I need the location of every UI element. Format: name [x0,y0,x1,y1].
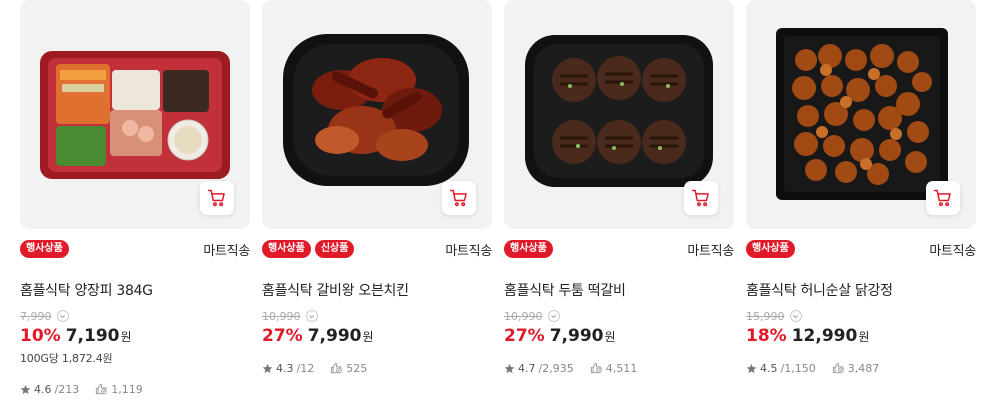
like-count: 4,511 [605,361,638,375]
like-count: 3,487 [847,361,880,375]
chevron-down-icon [793,314,798,318]
rating-row: 4.6/213 1,119 [20,382,250,396]
star-icon [262,363,273,373]
like-count: 1,119 [111,382,143,396]
sale-price: 7,990 [307,326,362,346]
original-price: 10,990 [504,309,543,323]
review-count-icon [331,362,342,374]
cart-icon [933,189,951,207]
review-count-icon [96,383,107,395]
currency: 원 [858,330,870,344]
price-row: 27% 7,990 원 [262,326,492,346]
review-count-icon [832,362,844,374]
cart-icon [207,189,225,207]
chevron-down-icon [60,314,65,318]
delivery-type: 마트직송 [445,243,492,259]
currency: 원 [362,330,374,344]
review-count: /1,150 [780,361,816,375]
event-badge: 행사상품 [504,240,553,258]
badge-row: 행사상품 마트직송 [504,240,734,259]
sale-price: 12,990 [791,326,858,346]
review-count-icon [590,362,602,374]
product-name[interactable]: 홈플식탁 갈비왕 오븐치킨 [262,280,492,300]
original-price-row: 7,990 [20,309,250,323]
discount-rate: 27% [504,326,545,346]
chevron-down-icon [551,314,556,318]
original-price: 10,990 [262,309,301,323]
discount-rate: 27% [262,326,303,346]
delivery-type: 마트직송 [929,243,976,259]
product-card[interactable]: 행사상품 신상품 마트직송 홈플식탁 갈비왕 오븐치킨 10,990 27% 7… [262,0,492,404]
rating-row: 4.3/12 525 [262,361,492,375]
product-image[interactable] [262,0,492,229]
currency: 원 [604,330,616,344]
product-name[interactable]: 홈플식탁 두툼 떡갈비 [504,280,734,300]
review-count: /2,935 [538,361,574,375]
product-card[interactable]: 행사상품 마트직송 홈플식탁 양장피 384G 7,990 10% 7,190 … [20,0,250,404]
event-badge: 행사상품 [262,240,311,258]
product-name[interactable]: 홈플식탁 허니순살 닭강정 [746,280,976,300]
product-grid: 행사상품 마트직송 홈플식탁 양장피 384G 7,990 10% 7,190 … [0,0,984,404]
cart-icon [691,189,709,207]
rating-value: 4.7 [518,361,536,375]
delivery-type: 마트직송 [203,243,250,259]
add-to-cart-button[interactable] [442,181,476,215]
product-image[interactable] [504,0,734,229]
badge-row: 행사상품 마트직송 [20,240,250,259]
add-to-cart-button[interactable] [200,181,234,215]
rating-value: 4.3 [276,361,294,375]
price-row: 27% 7,990 원 [504,326,734,346]
price-detail-toggle[interactable] [56,310,69,322]
new-badge: 신상품 [314,240,355,258]
event-badge: 행사상품 [746,240,795,258]
rating-row: 4.5/1,150 3,487 [746,361,976,375]
rating-row: 4.7/2,935 4,511 [504,361,734,375]
product-image[interactable] [746,0,976,229]
product-image[interactable] [20,0,250,229]
like-count: 525 [346,361,368,375]
chevron-down-icon [309,314,314,318]
badge-row: 행사상품 신상품 마트직송 [262,240,492,259]
product-name[interactable]: 홈플식탁 양장피 384G [20,280,250,300]
badge-row: 행사상품 마트직송 [746,240,976,259]
star-icon [504,363,515,373]
add-to-cart-button[interactable] [684,181,718,215]
sale-price: 7,190 [65,326,120,346]
price-detail-toggle[interactable] [789,310,802,322]
price-row: 10% 7,190 원 [20,326,250,346]
cart-icon [449,189,467,207]
review-count: /12 [296,361,315,375]
add-to-cart-button[interactable] [926,181,960,215]
product-card[interactable]: 행사상품 마트직송 홈플식탁 두툼 떡갈비 10,990 27% 7,990 원… [504,0,734,404]
unit-price: 100G당 1,872.4원 [20,352,113,365]
rating-value: 4.5 [760,361,778,375]
discount-rate: 18% [746,326,787,346]
original-price: 7,990 [20,309,52,323]
currency: 원 [120,330,132,344]
price-row: 18% 12,990 원 [746,326,976,346]
star-icon [746,363,757,373]
sale-price: 7,990 [549,326,604,346]
price-detail-toggle[interactable] [547,310,560,322]
original-price-row: 15,990 [746,309,976,323]
original-price-row: 10,990 [262,309,492,323]
star-icon [20,384,31,394]
rating-value: 4.6 [34,382,52,396]
delivery-type: 마트직송 [687,243,734,259]
event-badge: 행사상품 [20,240,69,258]
price-detail-toggle[interactable] [305,310,318,322]
product-card[interactable]: 행사상품 마트직송 홈플식탁 허니순살 닭강정 15,990 18% 12,99… [746,0,976,404]
review-count: /213 [54,382,80,396]
original-price: 15,990 [746,309,785,323]
discount-rate: 10% [20,326,61,346]
original-price-row: 10,990 [504,309,734,323]
